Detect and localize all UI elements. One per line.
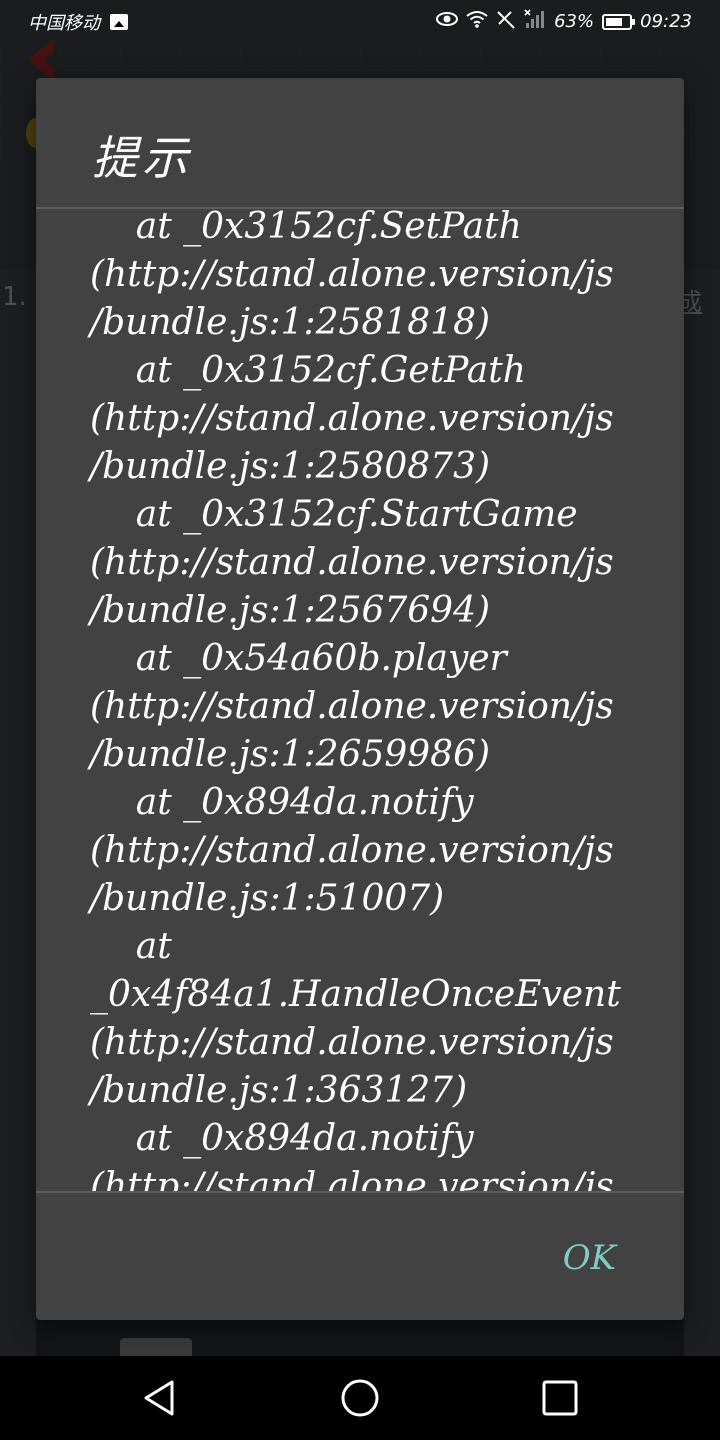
recents-square-icon[interactable]	[540, 1378, 580, 1418]
wifi-icon	[466, 10, 488, 33]
status-bar: 中国移动 63% 09:23	[0, 0, 720, 42]
carrier-name: 中国移动	[28, 13, 100, 34]
battery-percent: 63%	[554, 10, 595, 32]
back-triangle-icon[interactable]	[140, 1378, 180, 1418]
dialog-button-divider	[36, 1191, 684, 1193]
navigation-bar	[0, 1356, 720, 1440]
alert-dialog: 提示 at _0x3152cf.SetPath (http://stand.al…	[36, 78, 684, 1320]
eye-icon	[436, 11, 459, 32]
battery-icon	[602, 13, 636, 30]
home-circle-icon[interactable]	[340, 1378, 380, 1418]
dialog-title: 提示	[92, 131, 192, 185]
no-call-icon	[496, 9, 516, 34]
ok-button[interactable]: OK	[555, 1234, 624, 1282]
gallery-icon	[110, 14, 128, 30]
dialog-message-scroll-area[interactable]: at _0x3152cf.SetPath (http://stand.alone…	[36, 209, 684, 1191]
dialog-message-text: at _0x3152cf.SetPath (http://stand.alone…	[90, 209, 621, 1191]
no-signal-icon	[524, 9, 546, 34]
clock-time: 09:23	[640, 10, 692, 32]
